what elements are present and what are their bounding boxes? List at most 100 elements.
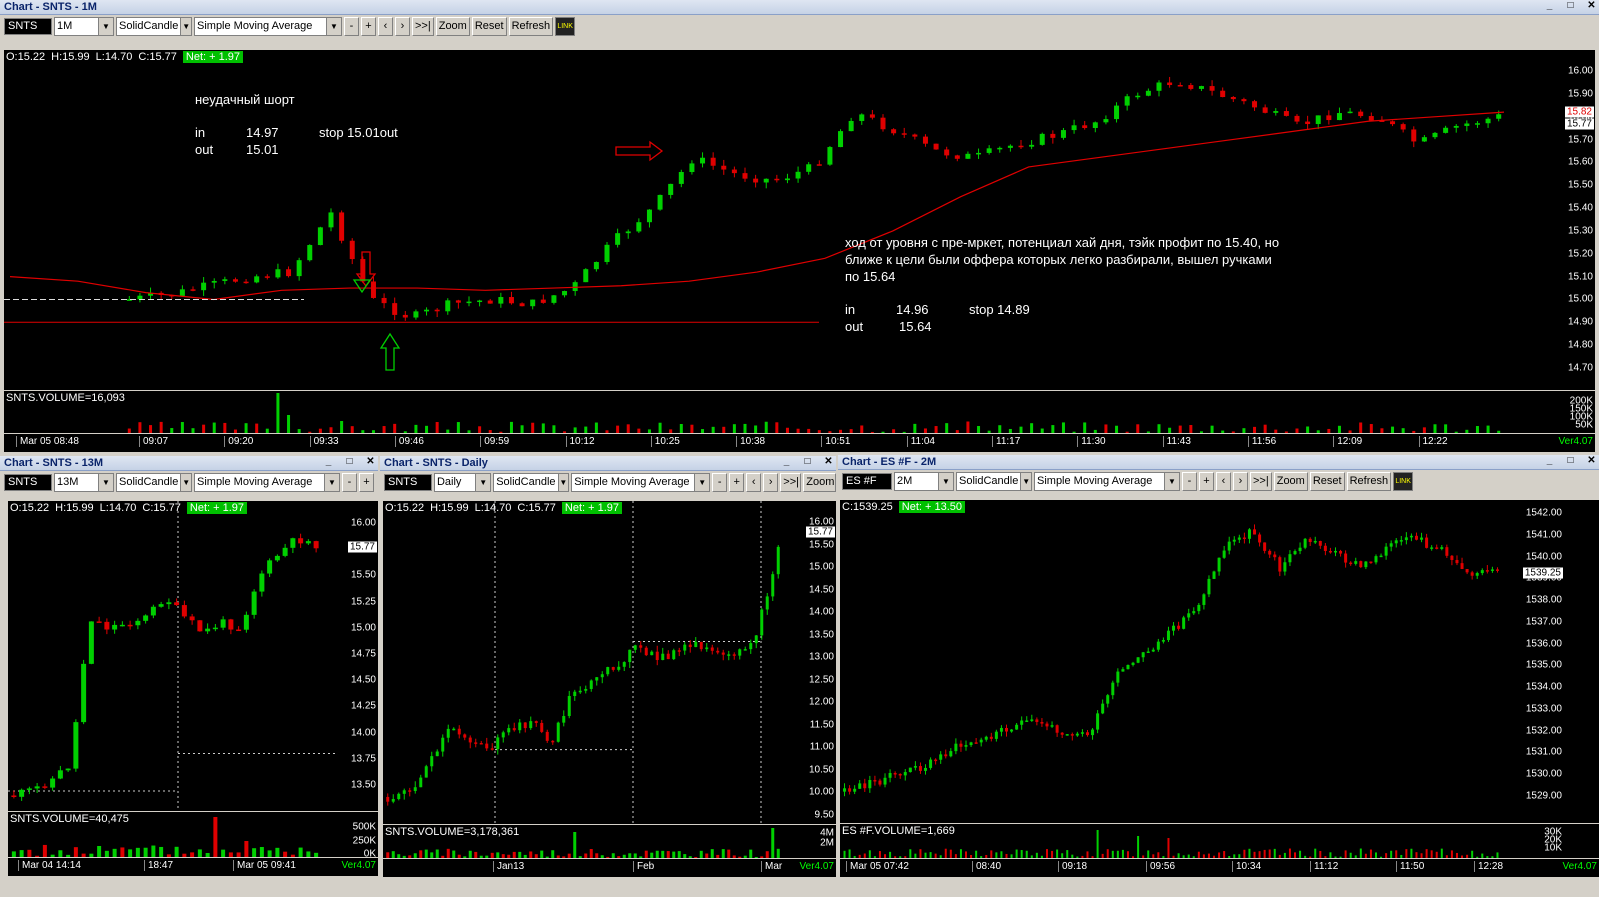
maximize-icon[interactable]: □ bbox=[344, 456, 355, 468]
refresh-button[interactable]: Refresh bbox=[1346, 472, 1392, 491]
close-icon[interactable]: ✕ bbox=[365, 456, 376, 468]
volume-bar bbox=[934, 426, 938, 433]
zoom-out-button[interactable]: - bbox=[712, 473, 728, 492]
scroll-right-button[interactable]: › bbox=[763, 473, 779, 492]
scroll-end-button[interactable]: >>| bbox=[780, 473, 802, 492]
volume-bar bbox=[904, 856, 907, 858]
reset-button[interactable]: Reset bbox=[1309, 472, 1345, 491]
candle-type-select[interactable]: SolidCandle ▼ bbox=[116, 17, 192, 36]
maximize-icon[interactable]: □ bbox=[1565, 455, 1576, 467]
interval-select[interactable]: 2M ▼ bbox=[894, 472, 954, 491]
volume-bar bbox=[1339, 856, 1342, 858]
scroll-end-button[interactable]: >>| bbox=[412, 17, 434, 36]
scroll-right-button[interactable]: › bbox=[1233, 472, 1248, 491]
price-axis[interactable]: 1542.001541.001540.001539.001538.001537.… bbox=[1508, 500, 1564, 823]
zoom-button[interactable]: Zoom bbox=[435, 17, 470, 36]
minimize-icon[interactable]: _ bbox=[323, 456, 334, 468]
window-titlebar[interactable]: Chart - SNTS - 13M _ □ ✕ bbox=[0, 456, 378, 471]
window-titlebar[interactable]: Chart - SNTS - Daily _ □ ✕ bbox=[380, 456, 836, 471]
minimize-icon[interactable]: _ bbox=[1544, 0, 1555, 12]
scroll-right-button[interactable]: › bbox=[395, 17, 410, 36]
interval-select[interactable]: Daily ▼ bbox=[433, 473, 492, 492]
symbol-input[interactable]: SNTS bbox=[4, 18, 52, 35]
time-axis[interactable]: Ver4.07 Mar 04 14:14 18:47 Mar 05 09:41 bbox=[8, 858, 378, 876]
version-label: Ver4.07 bbox=[1558, 436, 1593, 447]
candle-body bbox=[869, 114, 875, 118]
time-axis[interactable]: Ver4.07 Mar 05 07:42 08:40 09:18 09:56 10:34… bbox=[840, 859, 1599, 877]
close-icon[interactable]: ✕ bbox=[823, 456, 834, 468]
zoom-out-button[interactable]: - bbox=[1182, 472, 1197, 491]
price-axis[interactable]: 16.0015.7515.5015.2515.0014.7514.5014.25… bbox=[335, 501, 378, 811]
maximize-icon[interactable]: □ bbox=[1565, 0, 1576, 12]
zoom-in-button[interactable]: + bbox=[361, 17, 376, 36]
scroll-left-button[interactable]: ‹ bbox=[378, 17, 393, 36]
price-pane[interactable]: O:15.22 H:15.99 L:14.70 C:15.77 Net: + 1… bbox=[8, 501, 378, 811]
close-icon[interactable]: ✕ bbox=[1586, 455, 1597, 467]
symbol-input[interactable]: ES #F bbox=[842, 473, 892, 490]
volume-bar bbox=[661, 850, 665, 858]
zoom-in-button[interactable]: + bbox=[359, 473, 374, 492]
link-icon[interactable]: LINK bbox=[555, 17, 576, 36]
chart-toolbar: ES #F 2M ▼ SolidCandle ▼ Simple Moving Ave… bbox=[838, 470, 1599, 493]
high-value: H:15.99 bbox=[51, 51, 90, 63]
minimize-icon[interactable]: _ bbox=[781, 456, 792, 468]
candle-body bbox=[1318, 541, 1322, 546]
time-axis[interactable]: Ver4.07 Jan13 Feb Mar bbox=[383, 859, 836, 877]
candle-body bbox=[986, 148, 992, 153]
candle-type-select[interactable]: SolidCandle ▼ bbox=[493, 473, 570, 492]
volume-bar bbox=[727, 849, 731, 858]
candle-type-select[interactable]: SolidCandle ▼ bbox=[116, 473, 192, 492]
volume-bar bbox=[518, 851, 522, 858]
scroll-end-button[interactable]: >>| bbox=[1250, 472, 1272, 491]
zoom-button[interactable]: Zoom bbox=[803, 473, 836, 492]
zoom-out-button[interactable]: - bbox=[344, 17, 359, 36]
link-icon[interactable]: LINK bbox=[1393, 472, 1414, 491]
candle-type-select[interactable]: SolidCandle ▼ bbox=[956, 472, 1032, 491]
volume-bar bbox=[902, 431, 906, 433]
time-tick-label: 11:17 bbox=[992, 436, 1020, 447]
symbol-input[interactable]: SNTS bbox=[4, 474, 52, 491]
price-pane[interactable]: C:1539.25 Net: + 13.50 1542.00 1541.00 154… bbox=[840, 500, 1599, 823]
volume-bar bbox=[425, 425, 429, 433]
volume-bar bbox=[413, 853, 417, 858]
volume-bar bbox=[633, 853, 637, 858]
price-pane[interactable]: O:15.22 H:15.99 L:14.70 C:15.77 Net: + 1… bbox=[4, 50, 1595, 390]
minimize-icon[interactable]: _ bbox=[1544, 455, 1555, 467]
interval-select[interactable]: 1M ▼ bbox=[54, 17, 114, 36]
close-icon[interactable]: ✕ bbox=[1586, 0, 1597, 12]
candle-body bbox=[158, 604, 164, 607]
study-select[interactable]: Simple Moving Average ▼ bbox=[194, 17, 342, 36]
zoom-in-button[interactable]: + bbox=[1199, 472, 1214, 491]
volume-bar bbox=[1412, 430, 1416, 433]
scroll-left-button[interactable]: ‹ bbox=[1216, 472, 1231, 491]
candle-body bbox=[1420, 537, 1424, 540]
time-axis[interactable]: Ver4.07 Mar 05 08:48 09:07 09:20 09:33 09:46… bbox=[4, 434, 1595, 452]
window-titlebar[interactable]: Chart - SNTS - 1M _ □ ✕ bbox=[0, 0, 1599, 15]
symbol-input[interactable]: SNTS bbox=[384, 474, 432, 491]
interval-select[interactable]: 13M ▼ bbox=[54, 473, 114, 492]
study-select[interactable]: Simple Moving Average ▼ bbox=[571, 473, 711, 492]
candle-body bbox=[934, 759, 938, 762]
volume-bar bbox=[1380, 428, 1384, 433]
zoom-out-button[interactable]: - bbox=[342, 473, 357, 492]
reset-button[interactable]: Reset bbox=[471, 17, 507, 36]
price-axis[interactable]: 16.00 15.50 15.00 14.50 14.00 13.50 13.00 12.50… bbox=[793, 501, 836, 824]
price-axis[interactable]: 16.0015.9015.8015.7015.6015.5015.4015.30… bbox=[1524, 50, 1595, 390]
window-titlebar[interactable]: Chart - ES #F - 2M _ □ ✕ bbox=[838, 455, 1599, 470]
study-select[interactable]: Simple Moving Average ▼ bbox=[1034, 472, 1180, 491]
volume-bar bbox=[1136, 424, 1140, 433]
candle-body bbox=[1217, 557, 1221, 572]
zoom-button[interactable]: Zoom bbox=[1273, 472, 1308, 491]
candle-body bbox=[512, 728, 516, 731]
zoom-in-button[interactable]: + bbox=[729, 473, 745, 492]
volume-bar bbox=[1401, 428, 1405, 433]
study-select[interactable]: Simple Moving Average ▼ bbox=[194, 473, 340, 492]
volume-bar bbox=[149, 425, 153, 433]
price-pane[interactable]: O:15.22 H:15.99 L:14.70 C:15.77 Net: + 1… bbox=[383, 501, 836, 824]
candle-body bbox=[784, 178, 790, 181]
scroll-left-button[interactable]: ‹ bbox=[746, 473, 762, 492]
candle-body bbox=[1485, 570, 1489, 572]
maximize-icon[interactable]: □ bbox=[802, 456, 813, 468]
refresh-button[interactable]: Refresh bbox=[508, 17, 554, 36]
time-tick-label: 10:12 bbox=[565, 436, 595, 447]
